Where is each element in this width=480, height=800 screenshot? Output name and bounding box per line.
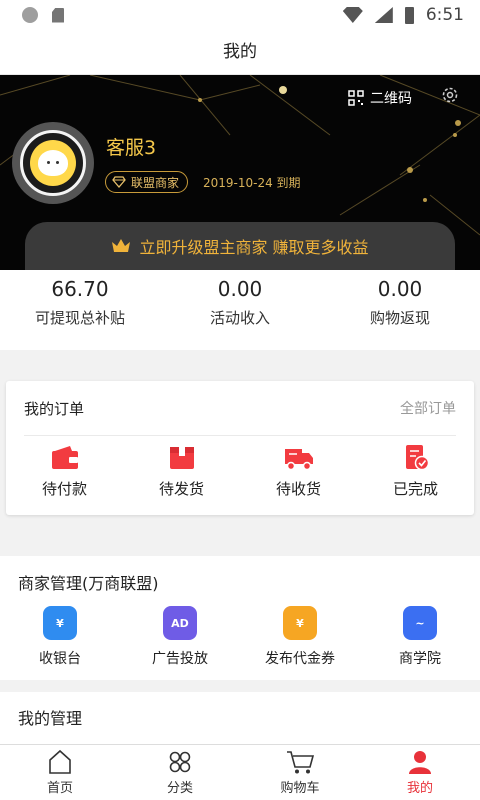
notification-dot-icon [22,7,38,23]
profile-icon [409,751,431,774]
expire-date: 2019-10-24 到期 [203,176,301,190]
all-orders-link[interactable]: 全部订单 [400,398,456,418]
wallet-icon [51,446,78,469]
stat-value: 66.70 [51,277,109,301]
merchant-school[interactable]: ~ 商学院 [360,606,480,668]
category-icon [169,751,191,773]
package-icon [169,447,194,469]
earnings-stats: 66.70 可提现总补贴 0.00 活动收入 0.00 购物返现 [0,270,480,350]
upgrade-banner[interactable]: 立即升级盟主商家 赚取更多收益 [25,222,455,270]
order-status-label: 待付款 [41,480,87,498]
stat-withdrawable-subsidy[interactable]: 66.70 可提现总补贴 [0,270,160,350]
status-notifications [22,7,64,23]
merchant-coupon[interactable]: ¥ 发布代金券 [240,606,360,668]
order-status-label: 已完成 [392,480,438,498]
order-status-list: 待付款 待发货 待收货 已完成 [6,438,474,513]
page-title: 我的 [0,30,480,75]
member-badge-label: 联盟商家 [131,175,180,190]
upgrade-text: 立即升级盟主商家 赚取更多收益 [139,238,369,257]
diamond-icon [112,176,126,188]
stat-label: 活动收入 [209,309,270,327]
school-icon: ~ [403,606,437,640]
orders-title: 我的订单 [24,399,85,418]
cart-icon [287,751,314,774]
stat-shopping-cashback[interactable]: 0.00 购物返现 [320,270,480,350]
ad-icon: AD [163,606,197,640]
status-time: 6:51 [425,5,464,25]
profile-header: 二维码 客服3 联盟商家 2019-10-24 到期 立即升级盟主商家 赚取更多… [0,75,480,270]
member-badge: 联盟商家 [105,171,189,193]
bun-mascot-icon [30,140,76,186]
truck-icon [284,449,313,471]
signal-icon [374,7,393,23]
tab-home[interactable]: 首页 [0,745,120,800]
tab-label: 首页 [46,781,73,796]
stat-value: 0.00 [217,277,263,301]
tab-label: 分类 [166,781,193,796]
stat-label: 购物返现 [369,309,430,327]
sd-card-icon [52,7,64,23]
settings-gear-icon[interactable] [440,85,460,105]
stat-activity-income[interactable]: 0.00 活动收入 [160,270,320,350]
qr-code-button[interactable]: 二维码 [348,88,412,108]
tab-profile[interactable]: 我的 [360,745,480,800]
status-indicators: 6:51 [342,5,464,25]
merchant-management: 商家管理(万商联盟) ¥ 收银台 AD 广告投放 ¥ 发布代金券 ~ 商学院 [0,556,480,680]
my-management-title: 我的管理 [18,709,83,728]
order-pending-shipment[interactable]: 待发货 [123,438,240,513]
tab-cart[interactable]: 购物车 [240,745,360,800]
bottom-tab-bar: 首页 分类 购物车 我的 [0,744,480,800]
qr-code-label: 二维码 [370,91,412,107]
merchant-tool-label: 广告投放 [152,651,208,667]
tab-label: 我的 [406,781,433,796]
merchant-ads[interactable]: AD 广告投放 [120,606,240,668]
avatar[interactable] [12,122,94,204]
orders-card: 我的订单 全部订单 待付款 待发货 待收货 已完成 [6,381,474,515]
completed-icon [405,445,429,471]
merchant-tool-label: 收银台 [39,651,81,667]
order-pending-payment[interactable]: 待付款 [6,438,123,513]
home-icon [49,749,71,774]
battery-icon [404,6,414,24]
coupon-icon: ¥ [283,606,317,640]
order-pending-receipt[interactable]: 待收货 [240,438,357,513]
order-status-label: 待收货 [275,480,321,498]
qr-code-icon [348,90,364,106]
merchant-cashier[interactable]: ¥ 收银台 [0,606,120,668]
merchant-tool-label: 发布代金券 [265,651,335,667]
my-management: 我的管理 [0,692,480,744]
status-bar: 6:51 [0,0,480,30]
tab-label: 购物车 [280,781,320,796]
orders-header: 我的订单 全部订单 [24,381,456,436]
wifi-icon [342,7,363,23]
merchant-tool-label: 商学院 [399,651,441,667]
stat-label: 可提现总补贴 [34,309,125,327]
crown-icon [112,239,131,252]
merchant-tools: ¥ 收银台 AD 广告投放 ¥ 发布代金券 ~ 商学院 [0,606,480,668]
cashier-icon: ¥ [43,606,77,640]
tab-category[interactable]: 分类 [120,745,240,800]
username: 客服3 [106,137,157,159]
merchant-title: 商家管理(万商联盟) [18,574,159,593]
stat-value: 0.00 [377,277,423,301]
order-status-label: 待发货 [158,480,204,498]
order-completed[interactable]: 已完成 [357,438,474,513]
